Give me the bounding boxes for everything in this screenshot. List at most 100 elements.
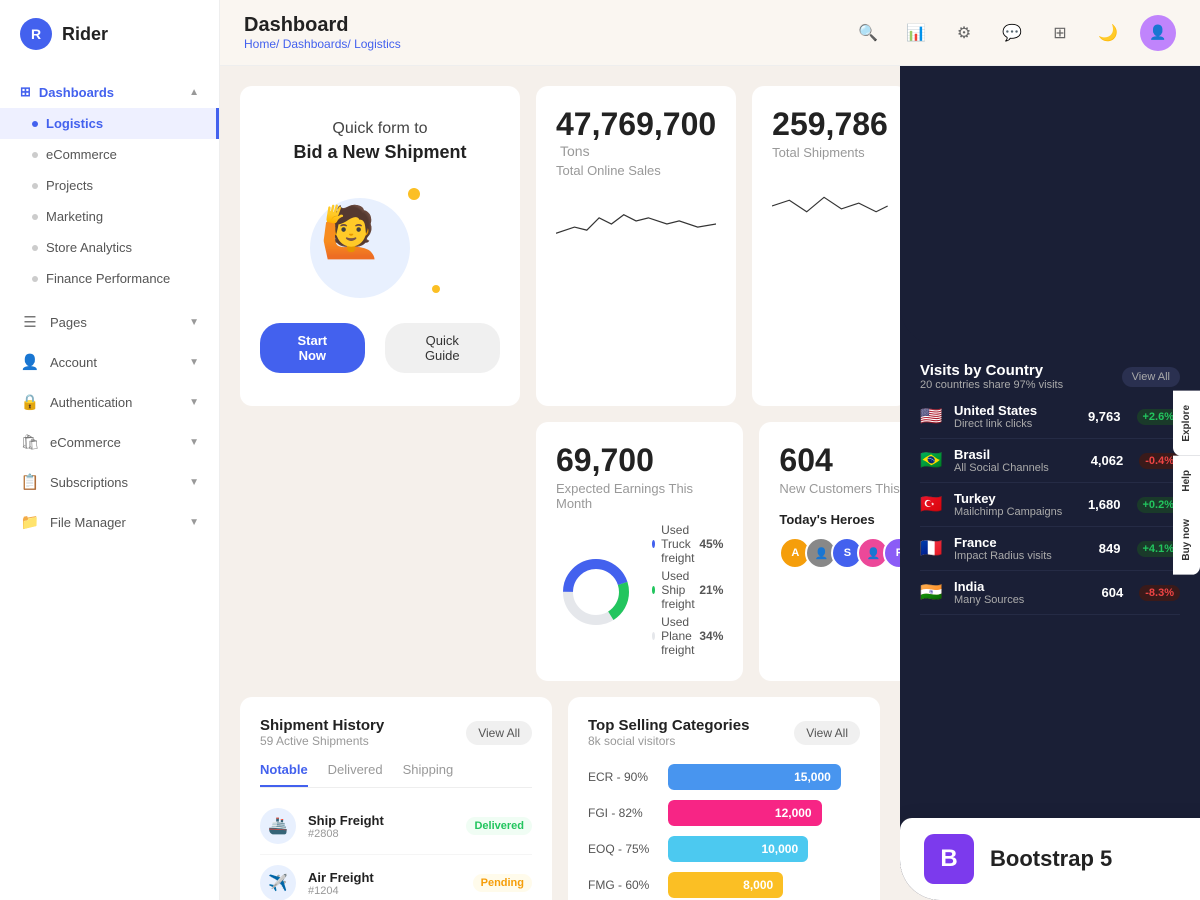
bar-label-2: FGI - 82% [588, 806, 658, 820]
dark-top [900, 66, 1200, 346]
main-area: Dashboard Home/ Dashboards/ Logistics 🔍 … [220, 0, 1200, 900]
tab-delivered[interactable]: Delivered [328, 762, 383, 787]
explore-button[interactable]: Explore [1173, 391, 1200, 456]
visits-title: Visits by Country [920, 362, 1063, 379]
bar-label-4: FMG - 60% [588, 878, 658, 892]
flag-br: 🇧🇷 [920, 450, 944, 471]
top-selling-card: Top Selling Categories 8k social visitor… [568, 697, 880, 900]
header-actions: 🔍 📊 ⚙ 💬 ⊞ 🌙 👤 [852, 15, 1176, 51]
visits-view-all[interactable]: View All [1122, 367, 1180, 387]
ship-icon-1: 🚢 [260, 808, 296, 844]
chat-button[interactable]: 💬 [996, 17, 1028, 49]
shipment-view-all[interactable]: View All [466, 721, 532, 745]
country-source-in: Many Sources [954, 594, 1092, 606]
page-title: Dashboard [244, 14, 401, 37]
shipment-title: Shipment History [260, 717, 384, 734]
earnings-value-row: 69,700 [556, 442, 723, 479]
top-selling-title: Top Selling Categories [588, 717, 749, 734]
quick-guide-button[interactable]: Quick Guide [385, 323, 500, 373]
start-now-button[interactable]: Start Now [260, 323, 365, 373]
subscriptions-icon: 📋 [20, 472, 40, 492]
donut-section: Used Truck freight 45% Used Ship freight… [556, 523, 723, 661]
grid-icon: ⊞ [20, 84, 31, 100]
tab-shipping[interactable]: Shipping [403, 762, 454, 787]
ship-name-2: Air Freight [308, 870, 461, 885]
sidebar-item-filemanager[interactable]: 📁 File Manager ▼ [0, 502, 219, 542]
total-sales-value: 47,769,700 [556, 106, 716, 142]
total-sales-card: 47,769,700 Tons Total Online Sales [536, 86, 736, 406]
search-button[interactable]: 🔍 [852, 17, 884, 49]
tab-notable[interactable]: Notable [260, 762, 308, 787]
sidebar-item-marketing[interactable]: Marketing [0, 201, 219, 232]
donut-legend: Used Truck freight 45% Used Ship freight… [652, 523, 723, 661]
grid-button[interactable]: ⊞ [1044, 17, 1076, 49]
sidebar-item-finance[interactable]: Finance Performance [0, 263, 219, 294]
country-name-us: United States [954, 403, 1078, 418]
top-selling-view-all[interactable]: View All [794, 721, 860, 745]
account-icon: 👤 [20, 352, 40, 372]
theme-button[interactable]: 🌙 [1092, 17, 1124, 49]
sidebar-item-logistics[interactable]: Logistics [0, 108, 219, 139]
chevron-down-icon: ▼ [189, 397, 199, 408]
help-button[interactable]: Help [1173, 456, 1200, 506]
sidebar-item-projects[interactable]: Projects [0, 170, 219, 201]
country-name-br: Brasil [954, 447, 1081, 462]
bootstrap-icon: B [924, 834, 974, 884]
dot [32, 245, 38, 251]
country-row-tr: 🇹🇷 Turkey Mailchimp Campaigns 1,680 +0.2… [920, 483, 1180, 527]
sidebar-item-account[interactable]: 👤 Account ▼ [0, 342, 219, 382]
country-visits-br: 4,062 [1091, 453, 1124, 468]
breadcrumb: Home/ Dashboards/ Logistics [244, 37, 401, 51]
sidebar-item-store-analytics[interactable]: Store Analytics [0, 232, 219, 263]
pages-icon: ☰ [20, 312, 40, 332]
chart-button[interactable]: 📊 [900, 17, 932, 49]
country-source-tr: Mailchimp Campaigns [954, 506, 1078, 518]
buy-now-button[interactable]: Buy now [1173, 505, 1200, 575]
bar-value-4: 8,000 [743, 878, 773, 892]
earnings-label: Expected Earnings This Month [556, 481, 723, 511]
ship-info-1: Ship Freight #2808 [308, 813, 454, 840]
sidebar-item-subscriptions[interactable]: 📋 Subscriptions ▼ [0, 462, 219, 502]
new-customers-value-row: 604 [779, 442, 900, 479]
settings-button[interactable]: ⚙ [948, 17, 980, 49]
total-shipments-card: 259,786 Total Shipments [752, 86, 900, 406]
country-info-fr: France Impact Radius visits [954, 535, 1089, 562]
dashboards-section-header[interactable]: ⊞ Dashboards ▲ [0, 76, 219, 108]
bar-value-3: 10,000 [761, 842, 798, 856]
country-name-in: India [954, 579, 1092, 594]
shipments-line-chart [772, 176, 888, 236]
logo-icon: R [20, 18, 52, 50]
sidebar-item-authentication[interactable]: 🔒 Authentication ▼ [0, 382, 219, 422]
country-source-us: Direct link clicks [954, 418, 1078, 430]
country-row-us: 🇺🇸 United States Direct link clicks 9,76… [920, 395, 1180, 439]
avatar-p: P [883, 537, 900, 569]
total-sales-unit: Tons [560, 143, 590, 159]
logo[interactable]: R Rider [0, 0, 219, 68]
earnings-card: 69,700 Expected Earnings This Month [536, 422, 743, 681]
ship-info-2: Air Freight #1204 [308, 870, 461, 897]
sidebar-item-ecommerce-top[interactable]: 🛍 eCommerce ▼ [0, 422, 219, 462]
user-avatar[interactable]: 👤 [1140, 15, 1176, 51]
sales-line-chart [556, 194, 716, 254]
bar-track-1: 15,000 [668, 764, 860, 790]
total-shipments-value-row: 259,786 [772, 106, 888, 143]
shipments-chart [772, 176, 888, 236]
bootstrap-text: Bootstrap 5 [990, 846, 1112, 872]
ship-status-2: Pending [473, 874, 532, 892]
dashboards-section: ⊞ Dashboards ▲ Logistics eCommerce Proje… [0, 68, 219, 302]
bar-value-2: 12,000 [775, 806, 812, 820]
country-row-in: 🇮🇳 India Many Sources 604 -8.3% [920, 571, 1180, 615]
chevron-down-icon: ▼ [189, 477, 199, 488]
shipment-row-1: 🚢 Ship Freight #2808 Delivered [260, 798, 532, 855]
bottom-row: Shipment History 59 Active Shipments Vie… [240, 697, 880, 900]
ecommerce-icon: 🛍 [20, 432, 40, 452]
total-shipments-label: Total Shipments [772, 145, 888, 160]
chevron-down-icon: ▼ [189, 317, 199, 328]
bar-label-1: ECR - 90% [588, 770, 658, 784]
sidebar-item-ecommerce[interactable]: eCommerce [0, 139, 219, 170]
sidebar-item-pages[interactable]: ☰ Pages ▼ [0, 302, 219, 342]
legend-truck: Used Truck freight 45% [652, 523, 723, 565]
hero-illustration: 🙋 [290, 183, 470, 313]
avatars-row: A 👤 S 👤 P 👤 +2 [779, 537, 900, 569]
shipment-subtitle: 59 Active Shipments [260, 734, 384, 748]
